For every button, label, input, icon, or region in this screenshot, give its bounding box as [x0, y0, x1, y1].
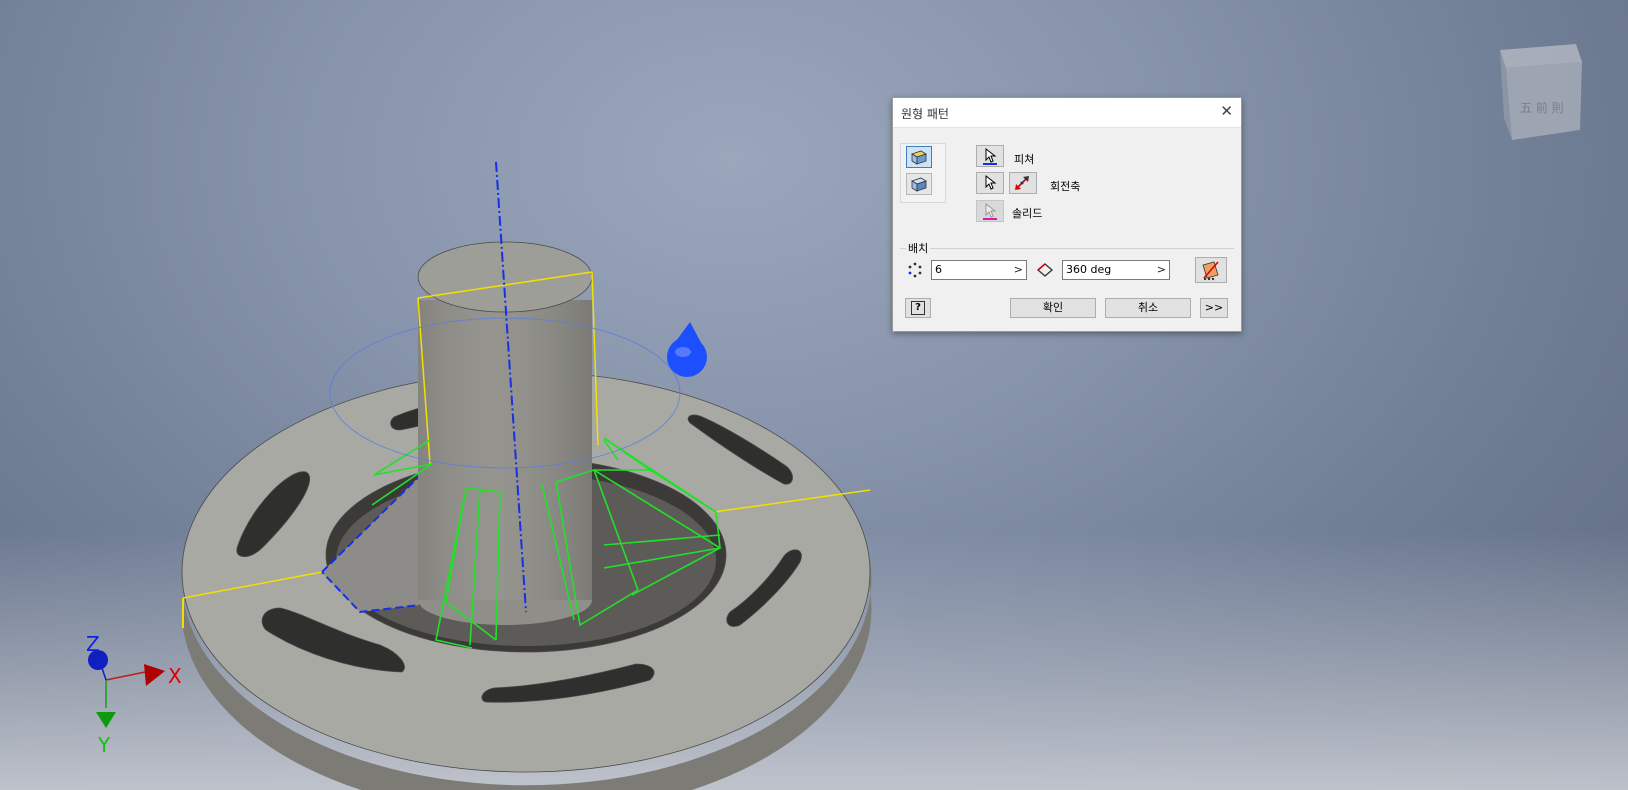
direction-manipulator[interactable] — [667, 322, 707, 377]
occurrence-angle-field[interactable]: 360 deg > — [1062, 260, 1170, 280]
select-arrow-icon — [983, 202, 997, 220]
midplane-icon — [1202, 261, 1219, 281]
occurrence-angle-value: 360 deg — [1066, 263, 1112, 276]
placement-group-label: 배치 — [906, 240, 931, 256]
features-label: 피쳐 — [1014, 153, 1035, 166]
pattern-solid-button[interactable] — [906, 173, 932, 195]
triad-y-label: Y — [97, 733, 111, 757]
svg-text:五 前 則: 五 前 則 — [1520, 100, 1564, 115]
cancel-button[interactable]: 취소 — [1105, 298, 1191, 318]
flip-direction-icon — [1015, 176, 1029, 190]
occurrence-angle-icon — [1037, 263, 1053, 277]
help-icon: ? — [911, 301, 925, 315]
close-icon[interactable]: ✕ — [1220, 102, 1233, 120]
triad-z-label: Z — [86, 632, 100, 656]
flip-direction-button[interactable] — [1009, 172, 1037, 194]
occurrence-count-value: 6 — [935, 263, 942, 276]
dialog-titlebar[interactable]: 원형 패턴 ✕ — [893, 98, 1241, 128]
axis-label: 회전축 — [1050, 180, 1081, 193]
coordinate-triad: X Y Z — [86, 632, 182, 757]
occurrence-count-icon — [908, 262, 922, 278]
triad-x-label: X — [168, 664, 182, 688]
chevron-right-icon[interactable]: > — [1157, 261, 1166, 279]
help-button[interactable]: ? — [905, 298, 931, 318]
midplane-button[interactable] — [1195, 257, 1227, 283]
circular-pattern-dialog: 원형 패턴 ✕ 피쳐 회전축 솔리드 배치 6 > 360 deg > ? 확인… — [892, 97, 1242, 332]
solid-label: 솔리드 — [1012, 207, 1043, 220]
dialog-title: 원형 패턴 — [901, 107, 949, 121]
occurrence-count-field[interactable]: 6 > — [931, 260, 1027, 280]
select-arrow-icon — [983, 147, 997, 165]
select-arrow-icon — [985, 174, 997, 190]
pattern-features-button[interactable] — [906, 146, 932, 168]
solid-select-button[interactable] — [976, 200, 1004, 222]
features-select-button[interactable] — [976, 145, 1004, 167]
viewcube-icon[interactable]: 五 前 則 — [1500, 44, 1582, 140]
more-options-button[interactable]: >> — [1200, 298, 1228, 318]
pattern-solid-icon — [911, 177, 927, 192]
chevron-right-icon[interactable]: > — [1014, 261, 1023, 279]
ok-button[interactable]: 확인 — [1010, 298, 1096, 318]
axis-select-button[interactable] — [976, 172, 1004, 194]
pattern-features-icon — [911, 150, 927, 165]
3d-scene[interactable]: 五 前 則 X Y Z — [0, 0, 1628, 790]
